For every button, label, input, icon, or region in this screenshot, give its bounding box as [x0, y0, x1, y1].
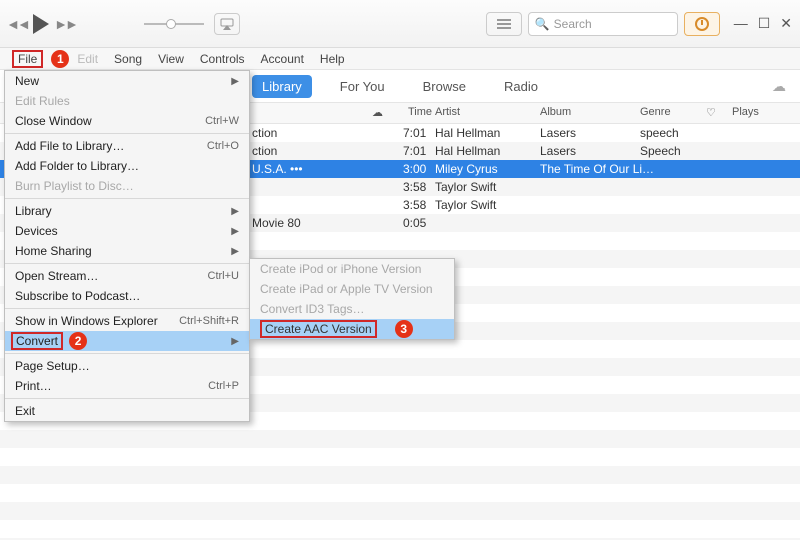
col-genre[interactable]: Genre	[640, 106, 671, 118]
annotation-3: 3	[395, 320, 413, 338]
maximize-button[interactable]: ☐	[758, 15, 771, 32]
menu-song[interactable]: Song	[106, 50, 150, 68]
col-album[interactable]: Album	[540, 106, 571, 118]
menu-account[interactable]: Account	[253, 50, 312, 68]
file-show-explorer[interactable]: Show in Windows ExplorerCtrl+Shift+R	[5, 311, 249, 331]
account-button[interactable]	[684, 12, 720, 36]
col-love-icon[interactable]: ♡	[706, 106, 716, 119]
convert-id3: Convert ID3 Tags…	[250, 299, 454, 319]
close-button[interactable]: ✕	[780, 15, 792, 32]
file-burn: Burn Playlist to Disc…	[5, 176, 249, 196]
tab-browse[interactable]: Browse	[413, 75, 476, 98]
file-close-window[interactable]: Close WindowCtrl+W	[5, 111, 249, 131]
convert-submenu: Create iPod or iPhone Version Create iPa…	[249, 258, 455, 340]
volume-slider[interactable]	[144, 23, 204, 25]
col-cloud-icon[interactable]: ☁	[372, 106, 383, 119]
file-convert[interactable]: Convert 2 ▶	[5, 331, 249, 351]
search-input[interactable]: 🔍 Search	[528, 12, 678, 36]
menubar: File 1 Edit Song View Controls Account H…	[0, 48, 800, 70]
menu-help[interactable]: Help	[312, 50, 353, 68]
file-exit[interactable]: Exit	[5, 401, 249, 421]
previous-button[interactable]: ◄◄	[8, 15, 26, 33]
file-open-stream[interactable]: Open Stream…Ctrl+U	[5, 266, 249, 286]
file-devices[interactable]: Devices▶	[5, 221, 249, 241]
file-page-setup[interactable]: Page Setup…	[5, 356, 249, 376]
cloud-icon[interactable]: ☁	[772, 78, 786, 95]
tab-radio[interactable]: Radio	[494, 75, 548, 98]
tab-for-you[interactable]: For You	[330, 75, 395, 98]
file-menu: New▶ Edit Rules Close WindowCtrl+W Add F…	[4, 70, 250, 422]
file-subscribe-podcast[interactable]: Subscribe to Podcast…	[5, 286, 249, 306]
menu-file[interactable]: File	[4, 50, 53, 68]
list-view-button[interactable]	[486, 12, 522, 36]
col-time[interactable]: Time	[408, 106, 432, 118]
convert-aac[interactable]: Create AAC Version 3	[250, 319, 454, 339]
file-edit-rules: Edit Rules	[5, 91, 249, 111]
play-button[interactable]	[32, 15, 50, 33]
airplay-button[interactable]	[214, 13, 240, 35]
minimize-button[interactable]: —	[734, 15, 748, 32]
search-placeholder: Search	[554, 17, 592, 31]
next-button[interactable]: ►►	[56, 15, 74, 33]
menu-controls[interactable]: Controls	[192, 50, 253, 68]
file-library[interactable]: Library▶	[5, 201, 249, 221]
file-print[interactable]: Print…Ctrl+P	[5, 376, 249, 396]
file-home-sharing[interactable]: Home Sharing▶	[5, 241, 249, 261]
menu-edit[interactable]: Edit	[69, 50, 106, 68]
convert-ipod: Create iPod or iPhone Version	[250, 259, 454, 279]
col-plays[interactable]: Plays	[732, 106, 759, 118]
playback-controls: ◄◄ ►►	[8, 15, 138, 33]
file-add-file[interactable]: Add File to Library…Ctrl+O	[5, 136, 249, 156]
file-add-folder[interactable]: Add Folder to Library…	[5, 156, 249, 176]
search-icon: 🔍	[535, 17, 550, 31]
titlebar: ◄◄ ►► 🔍 Search — ☐ ✕	[0, 0, 800, 48]
col-artist[interactable]: Artist	[435, 106, 460, 118]
convert-ipad: Create iPad or Apple TV Version	[250, 279, 454, 299]
tab-library[interactable]: Library	[252, 75, 312, 98]
annotation-2: 2	[69, 332, 87, 350]
annotation-1: 1	[51, 50, 69, 68]
file-new[interactable]: New▶	[5, 71, 249, 91]
right-controls: 🔍 Search — ☐ ✕	[486, 12, 792, 36]
menu-view[interactable]: View	[150, 50, 192, 68]
